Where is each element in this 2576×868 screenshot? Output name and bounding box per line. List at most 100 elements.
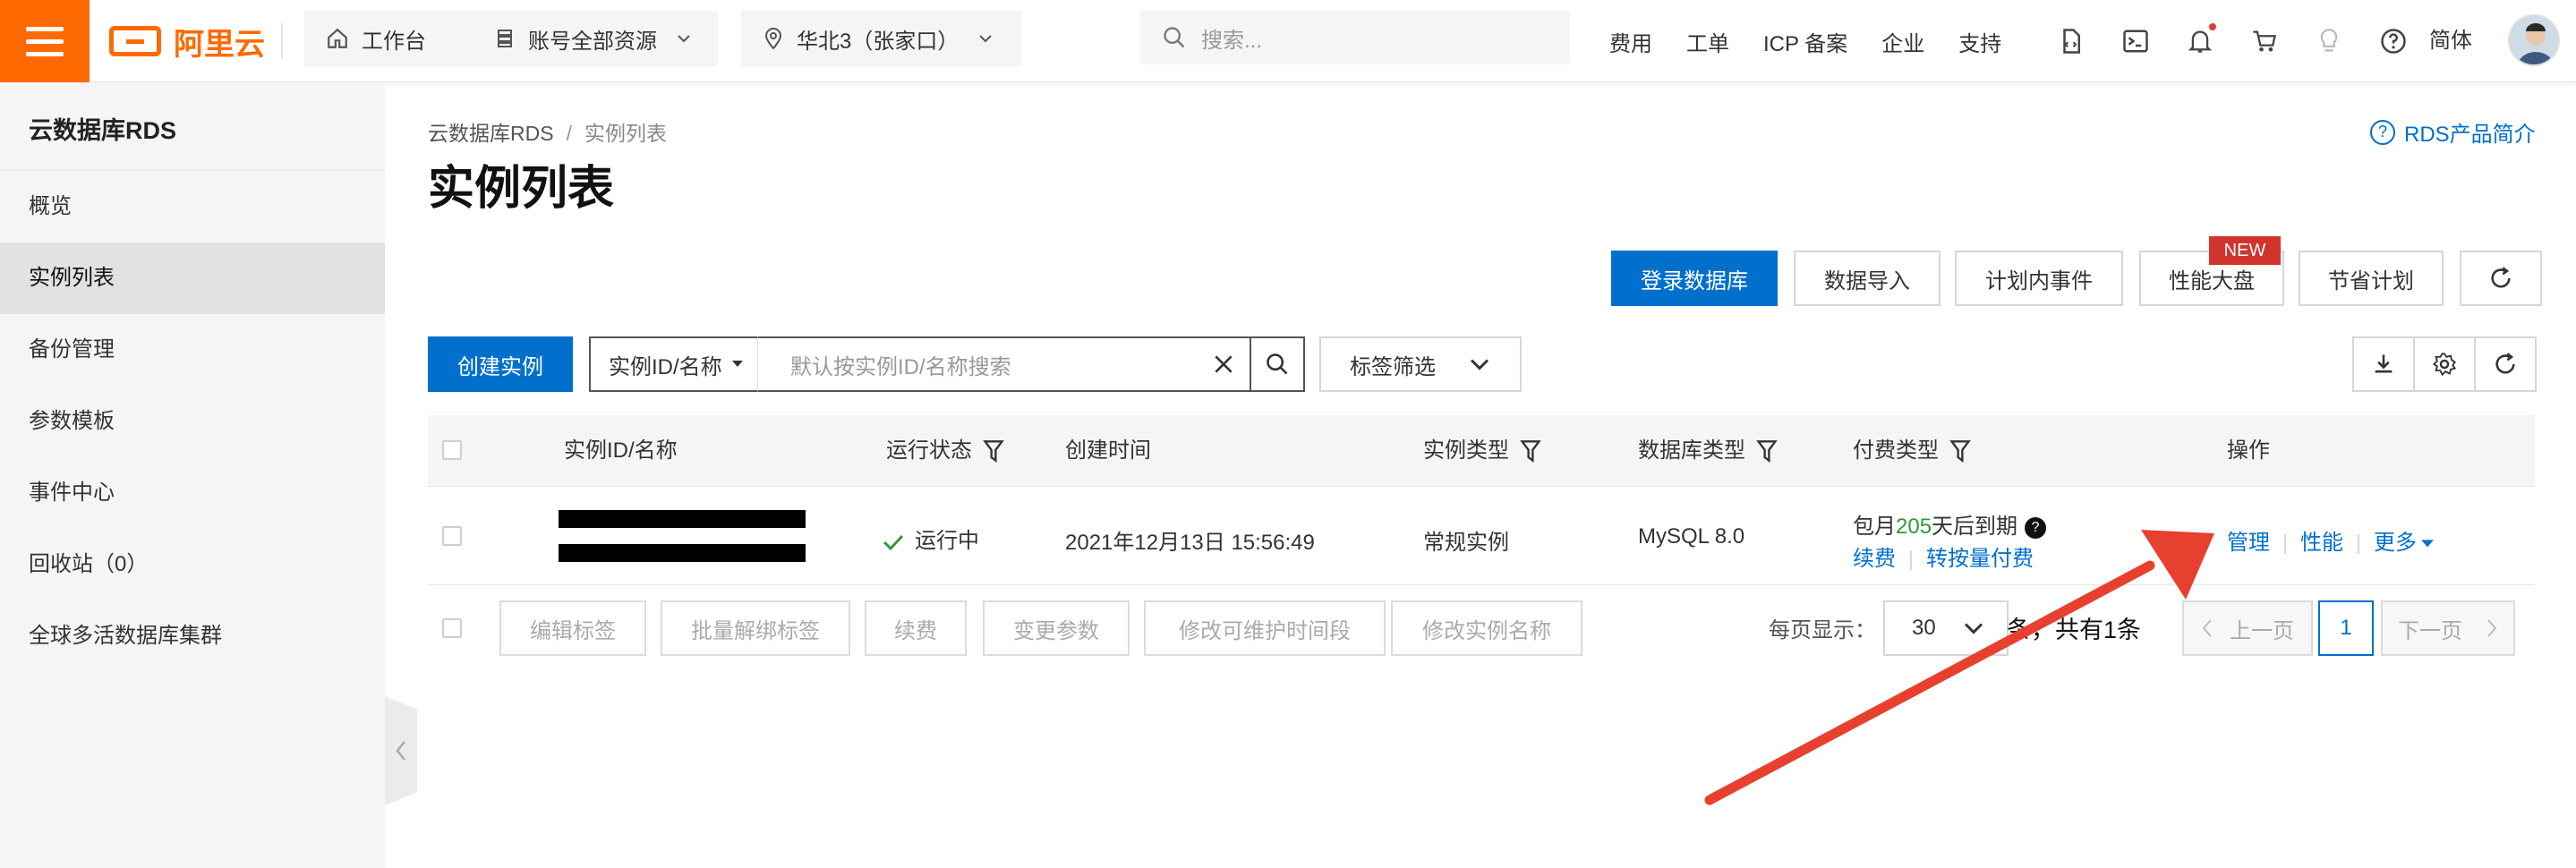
download-button[interactable] (2352, 336, 2415, 392)
status-text: 运行中 (915, 529, 979, 553)
nav-link-billing[interactable]: 费用 (1609, 26, 1652, 57)
sidebar-item-param-templates[interactable]: 参数模板 (0, 386, 385, 457)
menu-hamburger-icon[interactable] (0, 0, 90, 82)
footer-select-all-checkbox[interactable] (442, 618, 462, 638)
help-circle-icon[interactable] (2361, 20, 2426, 63)
redacted-instance-id[interactable] (559, 510, 806, 528)
chevron-down-icon (1470, 359, 1489, 370)
search-field-select[interactable]: 实例ID/名称 (589, 336, 759, 392)
workbench-button[interactable]: 工作台 (304, 11, 474, 66)
planned-events-button[interactable]: 计划内事件 (1955, 251, 2123, 306)
column-pay-type: 付费类型 (1853, 415, 1971, 487)
prev-page-button[interactable]: 上一页 (2182, 600, 2313, 656)
location-pin-icon (764, 28, 782, 50)
chevron-left-icon (396, 741, 405, 761)
switch-to-payg-link[interactable]: 转按量付费 (1926, 547, 2034, 571)
search-submit-button[interactable] (1250, 336, 1305, 392)
filter-icon[interactable] (1949, 439, 1971, 463)
link-separator (2284, 533, 2286, 554)
workbench-label: 工作台 (362, 29, 426, 54)
caret-down-icon (2421, 540, 2434, 548)
instance-search-placeholder: 默认按实例ID/名称搜索 (790, 354, 1011, 379)
rds-intro-link[interactable]: ? RDS产品简介 (2370, 116, 2536, 148)
rename-instance-button[interactable]: 修改实例名称 (1391, 600, 1582, 656)
savings-plan-button[interactable]: 节省计划 (2299, 251, 2444, 306)
refresh-button[interactable] (2460, 251, 2542, 306)
row-actions: 管理 性能 更多 (2227, 524, 2435, 556)
renew-link[interactable]: 续费 (1853, 547, 1896, 571)
login-database-button[interactable]: 登录数据库 (1611, 251, 1778, 306)
select-all-checkbox[interactable] (442, 440, 462, 460)
pay-prefix: 包月 (1853, 515, 1896, 539)
sidebar-item-event-center[interactable]: 事件中心 (0, 457, 385, 529)
column-db-type: 数据库类型 (1638, 415, 1778, 487)
edit-tags-button[interactable]: 编辑标签 (499, 600, 646, 656)
shopping-cart-icon[interactable] (2232, 20, 2297, 63)
filter-icon[interactable] (1520, 439, 1541, 463)
batch-unbind-tags-button[interactable]: 批量解绑标签 (661, 600, 850, 656)
settings-button[interactable] (2413, 336, 2476, 392)
chevron-right-icon (2487, 619, 2497, 637)
resource-scope-label: 账号全部资源 (528, 29, 657, 54)
cloud-shell-terminal-icon[interactable] (2103, 20, 2168, 63)
nav-link-icp[interactable]: ICP 备案 (1763, 26, 1847, 57)
nav-link-tickets[interactable]: 工单 (1686, 26, 1729, 57)
top-nav-bar: 阿里云 工作台 账号全部资源 华北3（张家口） 搜索... 费用 工单 ICP … (0, 0, 2576, 82)
next-page-button[interactable]: 下一页 (2381, 600, 2515, 656)
pay-days: 205 (1896, 515, 1932, 539)
sidebar-item-instance-list[interactable]: 实例列表 (0, 243, 385, 314)
sidebar-item-recycle-bin[interactable]: 回收站（0） (0, 529, 385, 600)
sidebar-item-overview[interactable]: 概览 (0, 171, 385, 243)
change-params-button[interactable]: 变更参数 (983, 600, 1130, 656)
more-actions-dropdown[interactable]: 更多 (2374, 531, 2417, 555)
maintenance-window-button[interactable]: 修改可维护时间段 (1144, 600, 1386, 656)
instance-search-input[interactable]: 默认按实例ID/名称搜索 (757, 336, 1251, 392)
notification-bell-icon[interactable] (2168, 20, 2232, 63)
table-row: 运行中 2021年12月13日 15:56:49 常规实例 MySQL 8.0 … (428, 487, 2535, 585)
region-dropdown[interactable]: 华北3（张家口） (741, 11, 1022, 66)
language-switch[interactable]: 简体 (2429, 0, 2472, 82)
sidebar-item-global-clusters[interactable]: 全球多活数据库集群 (0, 600, 385, 672)
row-select-checkbox[interactable] (442, 526, 462, 546)
pay-suffix: 天后到期 (1932, 515, 2018, 539)
batch-renew-button[interactable]: 续费 (865, 600, 967, 656)
filter-icon[interactable] (983, 439, 1004, 463)
search-field-label: 实例ID/名称 (609, 354, 722, 379)
page-size-label: 每页显示： (1769, 618, 1876, 642)
column-instance-type: 实例类型 (1423, 415, 1541, 487)
breadcrumb-root[interactable]: 云数据库RDS (428, 122, 554, 145)
clear-search-icon[interactable] (1198, 336, 1250, 392)
table-refresh-button[interactable] (2474, 336, 2537, 392)
filter-icon[interactable] (1756, 439, 1778, 463)
search-icon (1164, 27, 1185, 48)
api-explorer-icon[interactable] (2039, 20, 2103, 63)
sidebar-item-backup[interactable]: 备份管理 (0, 314, 385, 386)
tag-filter-label: 标签筛选 (1350, 354, 1436, 379)
page-number-current[interactable]: 1 (2318, 600, 2374, 656)
pay-help-icon[interactable]: ? (2025, 516, 2047, 539)
page-size-select[interactable]: 30 (1883, 600, 2009, 656)
page-size-value: 30 (1912, 616, 1936, 640)
data-import-button[interactable]: 数据导入 (1794, 251, 1941, 306)
breadcrumb-current: 实例列表 (584, 122, 667, 145)
download-icon (2375, 354, 2393, 373)
global-search-placeholder: 搜索... (1201, 28, 1263, 53)
total-count: 条，共有1条 (2007, 617, 2142, 643)
db-type-cell: MySQL 8.0 (1638, 524, 1745, 549)
top-icon-row (2039, 20, 2426, 63)
tag-filter-dropdown[interactable]: 标签筛选 (1319, 336, 1522, 392)
create-instance-button[interactable]: 创建实例 (428, 336, 573, 392)
global-search-input[interactable]: 搜索... (1140, 11, 1570, 64)
lightbulb-icon[interactable] (2297, 20, 2361, 63)
sidebar: 云数据库RDS 概览 实例列表 备份管理 参数模板 事件中心 回收站（0） 全球… (0, 82, 385, 868)
nav-link-support[interactable]: 支持 (1958, 26, 2001, 57)
user-avatar[interactable] (2508, 14, 2560, 66)
column-status: 运行状态 (886, 415, 1004, 487)
nav-link-enterprise[interactable]: 企业 (1881, 26, 1924, 57)
performance-link[interactable]: 性能 (2300, 531, 2343, 555)
aliyun-logo[interactable]: 阿里云 (109, 20, 265, 63)
manage-link[interactable]: 管理 (2227, 531, 2270, 555)
table-footer: 编辑标签 批量解绑标签 续费 变更参数 修改可维护时间段 修改实例名称 每页显示… (428, 585, 2535, 671)
resource-scope-dropdown[interactable]: 账号全部资源 (473, 11, 718, 66)
sidebar-collapse-handle[interactable] (385, 696, 417, 805)
